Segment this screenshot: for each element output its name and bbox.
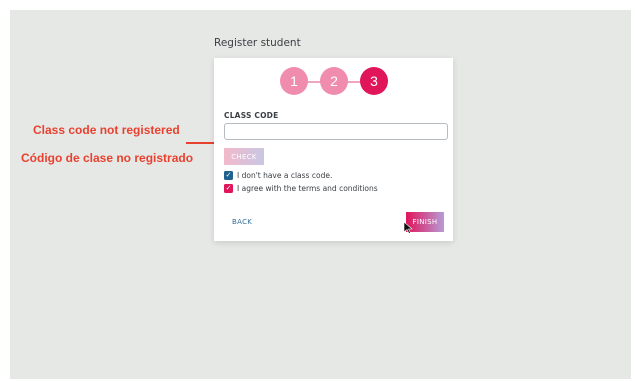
stepper: 1 2 3 <box>280 67 390 97</box>
checkbox-checked-icon[interactable]: ✓ <box>224 171 233 180</box>
annotation-spanish: Código de clase no registrado <box>21 151 194 165</box>
register-card: 1 2 3 CLASS CODE CHECK ✓ I don't have a … <box>214 58 453 241</box>
class-code-label: CLASS CODE <box>224 111 279 120</box>
no-class-code-label: I don't have a class code. <box>237 171 333 180</box>
checkbox-checked-icon[interactable]: ✓ <box>224 184 233 193</box>
step-3-active[interactable]: 3 <box>360 67 388 95</box>
check-button[interactable]: CHECK <box>224 148 264 165</box>
page-title: Register student <box>214 37 301 49</box>
mouse-cursor-icon <box>404 222 413 234</box>
step-2[interactable]: 2 <box>320 67 348 95</box>
step-1[interactable]: 1 <box>280 67 308 95</box>
class-code-input[interactable] <box>224 123 448 140</box>
annotation-english: Class code not registered <box>33 123 180 137</box>
agree-terms-label: I agree with the terms and conditions <box>237 184 378 193</box>
back-button[interactable]: BACK <box>232 218 252 226</box>
no-class-code-option[interactable]: ✓ I don't have a class code. <box>224 171 332 180</box>
agree-terms-option[interactable]: ✓ I agree with the terms and conditions <box>224 184 378 193</box>
app-screen: Class code not registered Código de clas… <box>10 10 631 379</box>
